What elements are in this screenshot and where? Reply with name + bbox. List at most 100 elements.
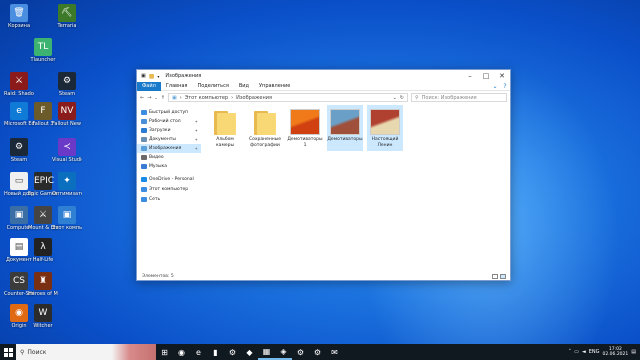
folder-icon	[254, 109, 276, 135]
nav-item[interactable]: Рабочий стол ✦	[137, 117, 201, 126]
app-icon: ⛏	[58, 4, 76, 22]
app-icon: λ	[34, 238, 52, 256]
file-item[interactable]: Сохраненные фотографии	[247, 105, 283, 151]
desktop-icon-label: Terraria	[57, 23, 77, 29]
desktop-icon[interactable]: 🗑 Корзина	[4, 4, 34, 29]
save-icon[interactable]: ▣	[141, 73, 146, 79]
explorer-body: Быстрый доступ Рабочий стол ✦ Загрузки ✦ Доку…	[137, 104, 510, 272]
desktop-icon[interactable]: ✦Оптимизатор	[52, 172, 82, 197]
nav-item-icon	[141, 177, 147, 182]
nav-item[interactable]: Видео	[137, 153, 201, 162]
desktop-icon-label: Witcher	[33, 323, 53, 329]
back-button[interactable]: ←	[140, 95, 144, 101]
nav-item[interactable]: Документы ✦	[137, 135, 201, 144]
ribbon-expand-icon[interactable]: ⌄	[490, 83, 500, 90]
nav-item[interactable]: Музыка	[137, 162, 201, 171]
nav-item[interactable]: Этот компьютер	[137, 185, 201, 194]
tab-view[interactable]: Вид	[234, 83, 254, 89]
nav-item-label: OneDrive - Personal	[149, 177, 194, 182]
app-icon: ⚔	[10, 72, 28, 90]
nav-item[interactable]: Загрузки ✦	[137, 126, 201, 135]
minimize-button[interactable]: –	[462, 72, 478, 80]
desktop-icon[interactable]: ⛏ Terraria	[52, 4, 82, 29]
nav-item[interactable]: Сеть	[137, 195, 201, 204]
close-button[interactable]: ✕	[494, 72, 510, 80]
app-icon: ♜	[34, 272, 52, 290]
start-button[interactable]	[0, 344, 16, 360]
nav-item-label: Документы	[149, 137, 176, 142]
taskbar-app-icon[interactable]: ▦	[258, 344, 275, 360]
desktop-icon[interactable]: λ Half-Life	[28, 238, 58, 263]
desktop: 🗑 Корзина ⛏ Terraria TL Tlauncher ⚔ Raid: Shado…	[0, 0, 640, 344]
breadcrumb-pictures[interactable]: Изображения	[236, 95, 272, 101]
notifications-icon[interactable]: ▤	[631, 349, 636, 355]
quick-access-toolbar: ▣ ■ ▾	[141, 73, 159, 80]
desktop-icon[interactable]: TL Tlauncher	[28, 38, 58, 63]
title-bar[interactable]: ▣ ■ ▾ Изображения – □ ✕	[137, 70, 510, 82]
language-indicator[interactable]: ENG	[589, 349, 600, 355]
network-icon[interactable]: ▭	[574, 349, 579, 355]
details-view-icon[interactable]	[492, 273, 498, 279]
desktop-icon[interactable]: W Witcher	[28, 304, 58, 329]
desktop-icon[interactable]: ≺Visual Studio Code	[52, 138, 82, 163]
file-item[interactable]: Альбом камеры	[207, 105, 243, 151]
desktop-icon[interactable]: ♜Heroes of Might	[28, 272, 58, 297]
taskbar-app-icon[interactable]: ⊞	[156, 344, 173, 360]
file-item[interactable]: Демотиваторы	[327, 105, 363, 151]
desktop-icon[interactable]: ⚙ Steam	[52, 72, 82, 97]
file-explorer-window[interactable]: ▣ ■ ▾ Изображения – □ ✕ Файл Главная Под…	[136, 69, 511, 281]
desktop-icon[interactable]: ⚔Raid: Shadow	[4, 72, 34, 97]
folder-icon: ■	[148, 72, 155, 80]
taskbar-app-icon[interactable]: ⚙	[292, 344, 309, 360]
refresh-icon[interactable]: ↻	[400, 95, 404, 101]
breadcrumb-this-pc[interactable]: Этот компьютер	[185, 95, 228, 101]
app-icon: ≺	[58, 138, 76, 156]
file-item[interactable]: Настоящий Ленин	[367, 105, 403, 151]
taskbar-search[interactable]: ⚲ Поиск	[16, 344, 156, 360]
search-box[interactable]: ⚲ Поиск: Изображения	[411, 93, 507, 102]
address-bar[interactable]: ▣ › Этот компьютер › Изображения ⌄ ↻	[167, 93, 408, 102]
maximize-button[interactable]: □	[478, 72, 494, 80]
tray-overflow-icon[interactable]: ˄	[569, 349, 572, 355]
tab-file[interactable]: Файл	[137, 81, 161, 91]
address-dropdown-icon[interactable]: ⌄	[393, 95, 397, 101]
forward-button[interactable]: →	[147, 95, 151, 101]
up-button[interactable]: ↑	[161, 95, 165, 101]
desktop-icon-label: Fallout New Vegas	[52, 121, 82, 127]
taskbar-app-icon[interactable]: e	[190, 344, 207, 360]
file-item-label: Настоящий Ленин	[371, 137, 399, 148]
tab-manage[interactable]: Управление	[254, 83, 295, 89]
nav-item[interactable]: Изображения ✦	[137, 144, 201, 153]
system-tray: ˄ ▭ ◄ ENG 17:02 02.06.2021 ▤	[569, 347, 640, 358]
item-count: Элементов: 5	[142, 273, 174, 279]
image-thumbnail	[290, 109, 320, 135]
recent-dropdown-icon[interactable]: ⌄	[154, 95, 157, 100]
help-icon[interactable]: ?	[500, 83, 510, 90]
file-item[interactable]: Демотиваторы 1	[287, 105, 323, 151]
windows-logo-icon	[3, 347, 13, 357]
nav-item[interactable]: OneDrive - Personal	[137, 175, 201, 184]
nav-item[interactable]: Быстрый доступ	[137, 108, 201, 117]
large-icons-view-icon[interactable]	[500, 273, 506, 279]
taskbar-app-icon[interactable]: ◈	[275, 344, 292, 360]
desktop-icon[interactable]: NVFallout New Vegas	[52, 102, 82, 127]
clock[interactable]: 17:02 02.06.2021	[603, 347, 629, 358]
desktop-icon-label: Heroes of Might	[28, 291, 58, 297]
taskbar-app-icon[interactable]: ◆	[241, 344, 258, 360]
desktop-icon-label: Visual Studio Code	[52, 157, 82, 163]
taskbar-app-icon[interactable]: ✉	[326, 344, 343, 360]
dropdown-icon[interactable]: ▾	[157, 74, 159, 79]
taskbar-app-icon[interactable]: ⚙	[224, 344, 241, 360]
desktop-icon-label: Steam	[58, 91, 76, 97]
file-item-label: Демотиваторы 1	[287, 137, 323, 148]
tab-share[interactable]: Поделиться	[192, 83, 233, 89]
desktop-icon[interactable]: ▣Этот компьютер	[52, 206, 82, 231]
taskbar-app-icon[interactable]: ◉	[173, 344, 190, 360]
tab-home[interactable]: Главная	[161, 83, 193, 89]
taskbar-app-icon[interactable]: ⚙	[309, 344, 326, 360]
desktop-icon[interactable]: ⚙ Steam	[4, 138, 34, 163]
taskbar-app-icon[interactable]: ▮	[207, 344, 224, 360]
volume-icon[interactable]: ◄	[582, 349, 586, 355]
pin-icon: ✦	[194, 119, 198, 124]
navigation-pane: Быстрый доступ Рабочий стол ✦ Загрузки ✦ Доку…	[137, 104, 201, 272]
